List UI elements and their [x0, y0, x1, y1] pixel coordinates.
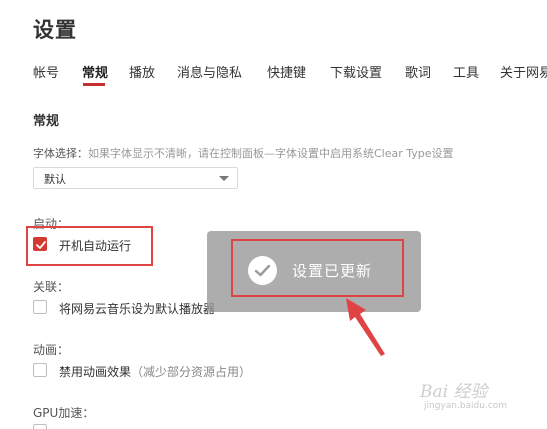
- default-player-label: 将网易云音乐设为默认播放器: [59, 302, 216, 316]
- tab-shortcuts[interactable]: 快捷键: [267, 62, 306, 81]
- gpu-label: GPU加速：: [33, 406, 95, 420]
- watermark-text: Bai 经验: [420, 382, 488, 402]
- tab-lyrics[interactable]: 歌词: [405, 62, 431, 81]
- tab-playback[interactable]: 播放: [129, 62, 155, 81]
- tab-about[interactable]: 关于网易: [500, 62, 547, 81]
- annotation-arrow-icon: [346, 298, 385, 356]
- gpu-checkbox[interactable]: [33, 424, 47, 429]
- watermark-url: jingyan.baidu.com: [424, 401, 508, 411]
- disable-animation-option[interactable]: 禁用动画效果（减少部分资源占用）: [33, 363, 263, 381]
- active-tab-indicator: [83, 83, 105, 86]
- tab-download-settings[interactable]: 下载设置: [330, 62, 382, 81]
- settings-page: 设置 帐号 常规 播放 消息与隐私 快捷键 下载设置 歌词 工具 关于网易 常规…: [0, 0, 547, 429]
- disable-animation-label: 禁用动画效果（减少部分资源占用）: [59, 363, 251, 380]
- annotation-highlight-toast: [231, 239, 404, 297]
- section-title-general: 常规: [33, 114, 60, 129]
- page-title: 设置: [33, 18, 77, 42]
- animation-label: 动画：: [33, 343, 70, 357]
- tab-tools[interactable]: 工具: [453, 62, 479, 81]
- annotation-highlight-startup: [26, 226, 153, 266]
- tab-messages-privacy[interactable]: 消息与隐私: [177, 62, 242, 81]
- disable-animation-text: 禁用动画效果: [59, 365, 132, 379]
- default-player-checkbox[interactable]: [33, 300, 47, 314]
- association-label: 关联：: [33, 280, 70, 294]
- baidu-jingyan-watermark: Bai 经验 jingyan.baidu.com: [418, 375, 528, 415]
- font-setting-row: 字体选择：如果字体显示不清晰，请在控制面板—字体设置中启用系统Clear Typ…: [33, 145, 454, 161]
- font-hint: 如果字体显示不清晰，请在控制面板—字体设置中启用系统Clear Type设置: [88, 147, 454, 160]
- tab-account[interactable]: 帐号: [33, 62, 59, 81]
- disable-animation-note: （减少部分资源占用）: [131, 365, 252, 379]
- font-select[interactable]: 默认: [33, 167, 238, 189]
- font-label: 字体选择：: [33, 147, 88, 160]
- chevron-down-icon: [219, 176, 229, 181]
- default-player-option[interactable]: 将网易云音乐设为默认播放器: [33, 300, 223, 318]
- font-select-value: 默认: [44, 173, 66, 186]
- disable-animation-checkbox[interactable]: [33, 363, 47, 377]
- tab-general[interactable]: 常规: [82, 62, 108, 81]
